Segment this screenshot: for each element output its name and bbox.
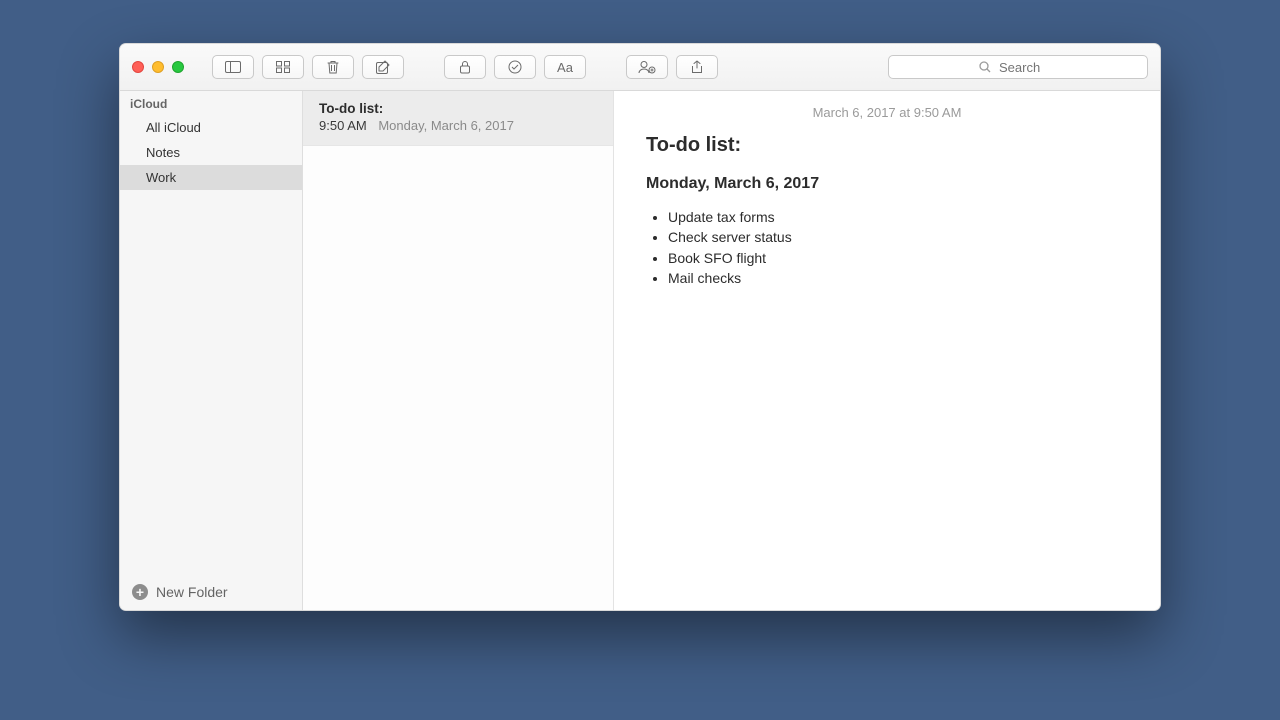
search-icon: [979, 61, 991, 73]
delete-note-button[interactable]: [312, 55, 354, 79]
add-people-icon: [638, 60, 656, 74]
sidebar-section-header: iCloud: [120, 91, 302, 115]
lock-note-button[interactable]: [444, 55, 486, 79]
note-item-date: Monday, March 6, 2017: [378, 118, 514, 133]
fullscreen-window-button[interactable]: [172, 61, 184, 73]
grid-icon: [276, 61, 290, 73]
text-style-icon: Aa: [557, 60, 573, 75]
new-folder-button[interactable]: + New Folder: [120, 574, 302, 610]
plus-circle-icon: +: [132, 584, 148, 600]
note-item-time: 9:50 AM: [319, 118, 367, 133]
sidebar-item-all-icloud[interactable]: All iCloud: [120, 115, 302, 140]
search-input[interactable]: [997, 59, 1057, 76]
toolbar-group-share: [626, 55, 718, 79]
note-bullet-item: Check server status: [668, 227, 1128, 247]
text-style-button[interactable]: Aa: [544, 55, 586, 79]
compose-icon: [376, 60, 390, 74]
app-window: Aa iCloud All iCloud Notes Work: [119, 43, 1161, 611]
note-bullet-list: Update tax forms Check server status Boo…: [668, 207, 1128, 288]
note-body[interactable]: To-do list: Monday, March 6, 2017 Update…: [614, 134, 1160, 288]
trash-icon: [327, 60, 339, 74]
toggle-sidebar-button[interactable]: [212, 55, 254, 79]
new-note-button[interactable]: [362, 55, 404, 79]
note-editor[interactable]: March 6, 2017 at 9:50 AM To-do list: Mon…: [614, 91, 1160, 610]
sidebar-icon: [225, 61, 241, 73]
share-button[interactable]: [676, 55, 718, 79]
note-list: To-do list: 9:50 AM Monday, March 6, 201…: [303, 91, 614, 610]
toolbar-group-view: [212, 55, 404, 79]
checklist-icon: [508, 60, 522, 74]
content-area: iCloud All iCloud Notes Work + New Folde…: [120, 91, 1160, 610]
folder-sidebar: iCloud All iCloud Notes Work + New Folde…: [120, 91, 303, 610]
sidebar-item-work[interactable]: Work: [120, 165, 302, 190]
note-timestamp: March 6, 2017 at 9:50 AM: [614, 101, 1160, 128]
new-folder-label: New Folder: [156, 584, 228, 600]
titlebar: Aa: [120, 44, 1160, 91]
sidebar-item-notes[interactable]: Notes: [120, 140, 302, 165]
grid-view-button[interactable]: [262, 55, 304, 79]
toolbar-group-format: Aa: [444, 55, 586, 79]
share-icon: [691, 60, 703, 74]
note-subtitle-heading: Monday, March 6, 2017: [646, 175, 1128, 193]
note-item-title: To-do list:: [319, 101, 597, 116]
minimize-window-button[interactable]: [152, 61, 164, 73]
checklist-button[interactable]: [494, 55, 536, 79]
add-people-button[interactable]: [626, 55, 668, 79]
note-bullet-item: Mail checks: [668, 268, 1128, 288]
note-bullet-item: Book SFO flight: [668, 248, 1128, 268]
lock-icon: [459, 60, 471, 74]
search-field[interactable]: [888, 55, 1148, 79]
note-title-heading: To-do list:: [646, 134, 1128, 157]
note-list-item[interactable]: To-do list: 9:50 AM Monday, March 6, 201…: [303, 91, 613, 146]
window-controls: [132, 61, 184, 73]
note-item-subtitle: 9:50 AM Monday, March 6, 2017: [319, 118, 597, 133]
close-window-button[interactable]: [132, 61, 144, 73]
note-bullet-item: Update tax forms: [668, 207, 1128, 227]
